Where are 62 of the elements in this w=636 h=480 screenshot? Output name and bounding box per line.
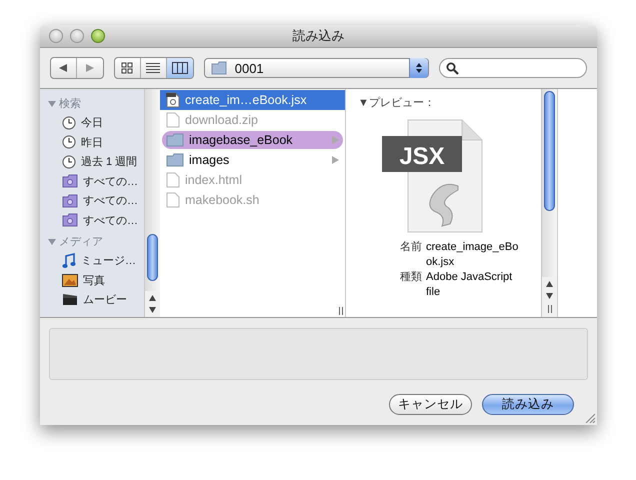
search-icon	[446, 62, 460, 74]
down-arrow-icon[interactable]	[546, 293, 553, 299]
down-arrow-icon[interactable]	[149, 307, 156, 313]
left-triangle-icon	[58, 63, 68, 73]
clapperboard-icon	[62, 293, 78, 306]
cancel-button[interactable]: キャンセル	[389, 394, 472, 415]
resize-handle-icon[interactable]	[548, 305, 552, 313]
file-row[interactable]: imagebase_eBook	[160, 130, 345, 150]
folder-icon	[166, 133, 184, 147]
sidebar-section-title: メディア	[59, 235, 103, 249]
grid-icon	[121, 62, 134, 74]
up-arrow-icon[interactable]	[546, 281, 553, 287]
zoom-button[interactable]	[91, 29, 105, 43]
right-triangle-icon	[84, 63, 95, 73]
column-view-button[interactable]	[166, 58, 193, 78]
document-icon	[166, 112, 180, 128]
sidebar-item[interactable]: ムービー	[40, 290, 144, 310]
resize-grip-icon[interactable]	[585, 413, 595, 423]
resize-handle-icon[interactable]	[339, 307, 343, 315]
sidebar-item[interactable]: 昨日	[40, 132, 144, 152]
sidebar-item[interactable]: すべての…	[40, 191, 144, 210]
info-value: Adobe JavaScript file	[426, 270, 514, 300]
sidebar-item[interactable]: 今日	[40, 113, 144, 132]
right-triangle-icon	[332, 136, 339, 144]
music-note-icon	[62, 252, 76, 269]
info-value: create_image_eBook.jsx	[426, 240, 520, 270]
sidebar-scrollbar[interactable]	[144, 89, 160, 317]
preview-heading: ▼プレビュー：	[358, 96, 436, 110]
photo-icon	[62, 274, 78, 287]
sidebar-item[interactable]: 過去 1 週間	[40, 152, 144, 172]
document-icon	[166, 172, 180, 188]
up-down-arrows-icon	[415, 62, 424, 74]
sidebar-item[interactable]: すべての…	[40, 172, 144, 191]
list-icon	[146, 62, 160, 74]
open-button[interactable]: 読み込み	[482, 394, 574, 415]
clock-icon	[62, 135, 76, 150]
document-icon	[166, 192, 180, 208]
folder-icon	[166, 153, 184, 167]
up-arrow-icon[interactable]	[149, 295, 156, 301]
sidebar-item[interactable]: 写真	[40, 270, 144, 290]
sidebar-item[interactable]: すべての…	[40, 210, 144, 230]
scroll-thumb[interactable]	[147, 234, 158, 281]
path-popup[interactable]: 0001	[204, 58, 430, 78]
file-row[interactable]: images	[160, 150, 345, 170]
clock-icon	[62, 116, 76, 130]
search-field[interactable]	[439, 58, 587, 78]
window-title: 読み込み	[292, 27, 344, 45]
clock-icon	[62, 154, 76, 169]
sidebar-section-title: 検索	[59, 96, 81, 111]
sidebar-item[interactable]: ミュージ…	[40, 251, 144, 270]
info-label: 名前	[399, 240, 422, 255]
right-triangle-icon	[332, 156, 339, 164]
folder-icon	[210, 61, 229, 75]
gear-folder-icon	[62, 194, 78, 208]
info-label: 種類	[399, 270, 422, 285]
script-file-icon	[166, 92, 180, 108]
preview-scrollbar[interactable]	[541, 89, 557, 317]
gear-folder-icon	[62, 174, 78, 188]
scroll-thumb[interactable]	[544, 91, 555, 211]
gear-folder-icon	[62, 213, 78, 228]
columns-icon	[172, 62, 188, 74]
file-row[interactable]: create_im…eBook.jsx	[160, 90, 345, 110]
